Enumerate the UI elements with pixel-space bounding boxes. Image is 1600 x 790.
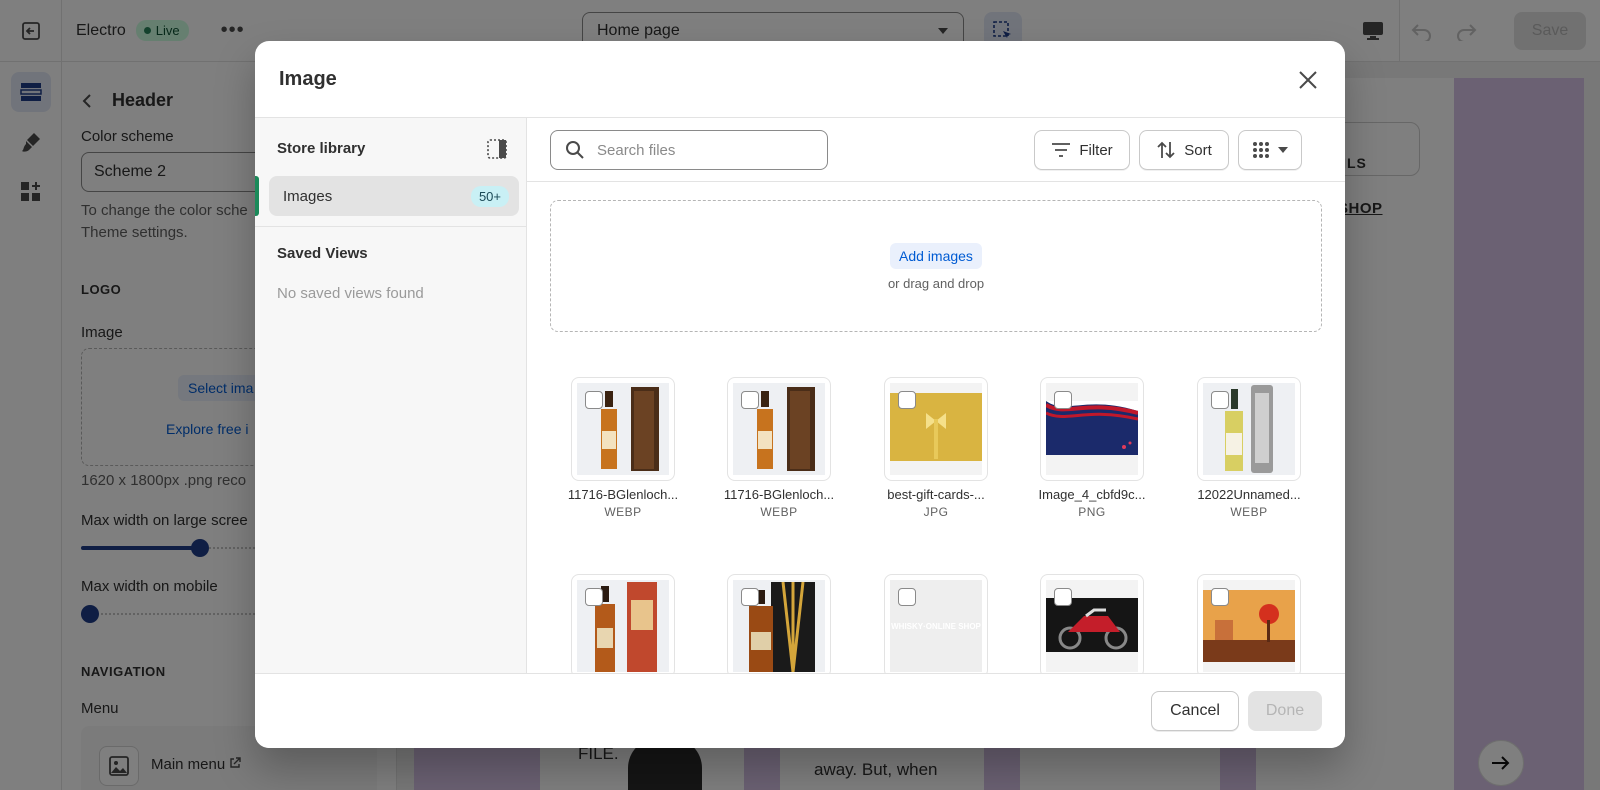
file-tile[interactable]	[884, 377, 988, 481]
file-tile[interactable]: WHISKY·ONLINE SHOP	[884, 574, 988, 673]
sidebar-item-label: Images	[283, 187, 333, 205]
saved-views-empty-text: No saved views found	[277, 285, 424, 302]
file-tile[interactable]	[571, 377, 675, 481]
file-checkbox[interactable]	[741, 391, 759, 409]
saved-views-heading: Saved Views	[277, 245, 368, 262]
file-checkbox[interactable]	[1211, 588, 1229, 606]
file-tile[interactable]	[1197, 574, 1301, 673]
search-icon	[566, 141, 584, 159]
file-tile[interactable]	[571, 574, 675, 673]
file-name: best-gift-cards-...	[887, 487, 985, 502]
sidebar-toggle-button[interactable]	[485, 137, 509, 161]
selected-indicator	[255, 176, 259, 216]
search-field[interactable]	[550, 130, 828, 170]
file-type: WEBP	[604, 505, 642, 519]
library-sidebar: Store library Images 50+ Saved Views No …	[255, 118, 527, 673]
image-picker-modal: Image Store library Images 50+ Saved Vie…	[255, 41, 1345, 748]
file-name: 11716-BGlenloch...	[723, 487, 835, 502]
view-mode-button[interactable]	[1238, 130, 1302, 170]
file-tile[interactable]	[1197, 377, 1301, 481]
file-type: PNG	[1078, 505, 1106, 519]
modal-title: Image	[279, 68, 337, 90]
sort-button[interactable]: Sort	[1139, 130, 1229, 170]
close-icon	[1299, 71, 1317, 89]
images-count-badge: 50+	[470, 185, 509, 207]
file-checkbox[interactable]	[898, 391, 916, 409]
modal-footer: Cancel Done	[255, 673, 1345, 748]
file-tile[interactable]	[1040, 574, 1144, 673]
modal-header: Image	[255, 41, 1345, 118]
search-input[interactable]	[597, 141, 807, 159]
files-content: Add images or drag and drop 11716-BGlenl…	[527, 182, 1345, 673]
file-checkbox[interactable]	[585, 588, 603, 606]
files-toolbar: Filter Sort	[527, 118, 1345, 182]
caret-down-icon	[1278, 147, 1288, 153]
sidebar-collapse-icon	[487, 139, 507, 159]
file-type: WEBP	[1230, 505, 1268, 519]
close-button[interactable]	[1291, 63, 1325, 97]
file-tile[interactable]	[1040, 377, 1144, 481]
file-tile[interactable]	[727, 574, 831, 673]
cancel-button[interactable]: Cancel	[1151, 691, 1239, 731]
filter-icon	[1052, 143, 1071, 157]
filter-label: Filter	[1079, 141, 1113, 159]
sidebar-item-images[interactable]: Images 50+	[269, 176, 519, 216]
sort-label: Sort	[1184, 141, 1212, 159]
file-checkbox[interactable]	[741, 588, 759, 606]
upload-dropzone[interactable]: Add images or drag and drop	[550, 200, 1322, 332]
done-button[interactable]: Done	[1248, 691, 1322, 731]
file-type: JPG	[923, 505, 949, 519]
file-checkbox[interactable]	[1054, 588, 1072, 606]
file-name: 12022Unnamed...	[1197, 487, 1301, 502]
file-name: 11716-BGlenloch...	[567, 487, 679, 502]
sidebar-divider	[255, 226, 527, 227]
file-checkbox[interactable]	[1211, 391, 1229, 409]
file-name: Image_4_cbfd9c...	[1038, 487, 1146, 502]
file-checkbox[interactable]	[1054, 391, 1072, 409]
grid-view-icon	[1253, 142, 1269, 158]
sort-icon	[1157, 141, 1175, 159]
file-checkbox[interactable]	[585, 391, 603, 409]
store-library-heading: Store library	[277, 140, 366, 157]
drag-drop-hint: or drag and drop	[887, 276, 985, 291]
whisky-logo-text: WHISKY·ONLINE SHOP	[891, 622, 981, 631]
add-images-button[interactable]: Add images	[890, 243, 982, 269]
file-checkbox[interactable]	[898, 588, 916, 606]
file-tile[interactable]	[727, 377, 831, 481]
file-type: WEBP	[760, 505, 798, 519]
filter-button[interactable]: Filter	[1034, 130, 1130, 170]
